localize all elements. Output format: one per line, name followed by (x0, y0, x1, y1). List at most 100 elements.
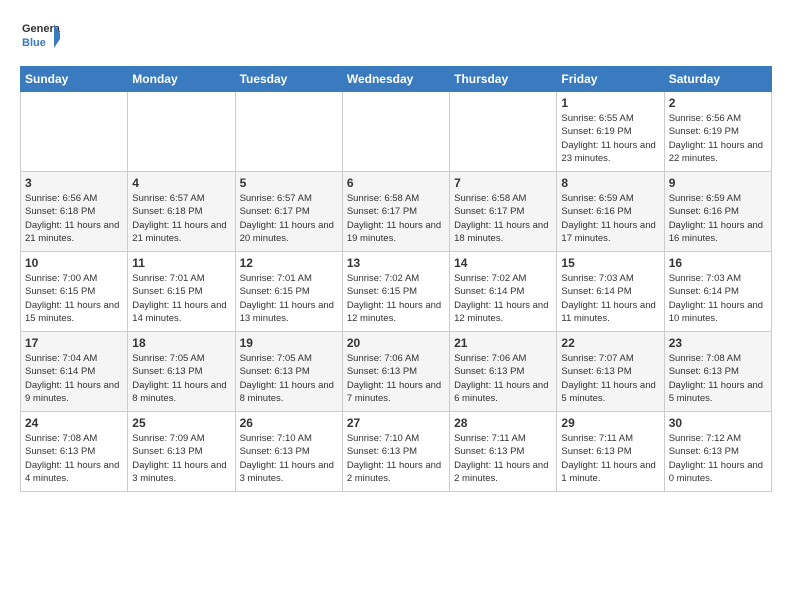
day-info: Sunrise: 7:07 AM Sunset: 6:13 PM Dayligh… (561, 352, 659, 405)
day-number: 22 (561, 336, 659, 350)
day-number: 15 (561, 256, 659, 270)
calendar-cell: 9 Sunrise: 6:59 AM Sunset: 6:16 PM Daylig… (664, 172, 771, 252)
calendar-week-row: 17 Sunrise: 7:04 AM Sunset: 6:14 PM Dayli… (21, 332, 772, 412)
day-info: Sunrise: 7:11 AM Sunset: 6:13 PM Dayligh… (454, 432, 552, 485)
calendar-cell: 21 Sunrise: 7:06 AM Sunset: 6:13 PM Dayli… (450, 332, 557, 412)
day-number: 13 (347, 256, 445, 270)
calendar-cell: 14Sunrise: 7:02 AM Sunset: 6:14 PM Dayli… (450, 252, 557, 332)
day-number: 17 (25, 336, 123, 350)
calendar-cell: 24 Sunrise: 7:08 AM Sunset: 6:13 PM Dayli… (21, 412, 128, 492)
calendar-cell: 18 Sunrise: 7:05 AM Sunset: 6:13 PM Dayli… (128, 332, 235, 412)
day-info: Sunrise: 6:56 AM Sunset: 6:18 PM Dayligh… (25, 192, 123, 245)
calendar-cell: 17 Sunrise: 7:04 AM Sunset: 6:14 PM Dayli… (21, 332, 128, 412)
day-info: Sunrise: 7:10 AM Sunset: 6:13 PM Dayligh… (347, 432, 445, 485)
calendar-cell: 4 Sunrise: 6:57 AM Sunset: 6:18 PM Daylig… (128, 172, 235, 252)
svg-text:Blue: Blue (22, 37, 46, 49)
calendar-week-row: 10Sunrise: 7:00 AM Sunset: 6:15 PM Dayli… (21, 252, 772, 332)
day-info: Sunrise: 7:06 AM Sunset: 6:13 PM Dayligh… (347, 352, 445, 405)
weekday-header: Tuesday (235, 67, 342, 92)
calendar-cell: 15 Sunrise: 7:03 AM Sunset: 6:14 PM Dayli… (557, 252, 664, 332)
day-info: Sunrise: 6:58 AM Sunset: 6:17 PM Dayligh… (347, 192, 445, 245)
day-number: 18 (132, 336, 230, 350)
day-info: Sunrise: 7:03 AM Sunset: 6:14 PM Dayligh… (561, 272, 659, 325)
day-number: 19 (240, 336, 338, 350)
day-number: 6 (347, 176, 445, 190)
day-number: 1 (561, 96, 659, 110)
weekday-header: Saturday (664, 67, 771, 92)
day-number: 4 (132, 176, 230, 190)
day-info: Sunrise: 6:55 AM Sunset: 6:19 PM Dayligh… (561, 112, 659, 165)
logo-svg: General Blue (20, 16, 60, 56)
logo: General Blue (20, 16, 60, 56)
calendar-cell: 10Sunrise: 7:00 AM Sunset: 6:15 PM Dayli… (21, 252, 128, 332)
day-info: Sunrise: 7:09 AM Sunset: 6:13 PM Dayligh… (132, 432, 230, 485)
calendar-cell: 1 Sunrise: 6:55 AM Sunset: 6:19 PM Daylig… (557, 92, 664, 172)
calendar-table: SundayMondayTuesdayWednesdayThursdayFrid… (20, 66, 772, 492)
calendar-cell: 23 Sunrise: 7:08 AM Sunset: 6:13 PM Dayli… (664, 332, 771, 412)
calendar-cell: 7 Sunrise: 6:58 AM Sunset: 6:17 PM Daylig… (450, 172, 557, 252)
day-info: Sunrise: 7:12 AM Sunset: 6:13 PM Dayligh… (669, 432, 767, 485)
day-info: Sunrise: 7:08 AM Sunset: 6:13 PM Dayligh… (25, 432, 123, 485)
day-info: Sunrise: 7:11 AM Sunset: 6:13 PM Dayligh… (561, 432, 659, 485)
calendar-cell: 11Sunrise: 7:01 AM Sunset: 6:15 PM Dayli… (128, 252, 235, 332)
calendar-week-row: 3 Sunrise: 6:56 AM Sunset: 6:18 PM Daylig… (21, 172, 772, 252)
day-number: 12 (240, 256, 338, 270)
weekday-header: Monday (128, 67, 235, 92)
day-number: 28 (454, 416, 552, 430)
calendar-cell: 8 Sunrise: 6:59 AM Sunset: 6:16 PM Daylig… (557, 172, 664, 252)
calendar-cell (450, 92, 557, 172)
calendar-cell (21, 92, 128, 172)
day-info: Sunrise: 7:05 AM Sunset: 6:13 PM Dayligh… (240, 352, 338, 405)
day-number: 5 (240, 176, 338, 190)
day-info: Sunrise: 7:03 AM Sunset: 6:14 PM Dayligh… (669, 272, 767, 325)
day-number: 14 (454, 256, 552, 270)
calendar-cell: 6 Sunrise: 6:58 AM Sunset: 6:17 PM Daylig… (342, 172, 449, 252)
day-number: 21 (454, 336, 552, 350)
calendar-cell: 13 Sunrise: 7:02 AM Sunset: 6:15 PM Dayli… (342, 252, 449, 332)
calendar-cell: 19 Sunrise: 7:05 AM Sunset: 6:13 PM Dayli… (235, 332, 342, 412)
day-info: Sunrise: 7:06 AM Sunset: 6:13 PM Dayligh… (454, 352, 552, 405)
day-number: 2 (669, 96, 767, 110)
day-number: 16 (669, 256, 767, 270)
calendar-cell: 22 Sunrise: 7:07 AM Sunset: 6:13 PM Dayli… (557, 332, 664, 412)
day-info: Sunrise: 6:58 AM Sunset: 6:17 PM Dayligh… (454, 192, 552, 245)
calendar-cell: 20Sunrise: 7:06 AM Sunset: 6:13 PM Dayli… (342, 332, 449, 412)
day-number: 26 (240, 416, 338, 430)
day-info: Sunrise: 6:59 AM Sunset: 6:16 PM Dayligh… (561, 192, 659, 245)
day-info: Sunrise: 7:02 AM Sunset: 6:15 PM Dayligh… (347, 272, 445, 325)
calendar-cell: 30Sunrise: 7:12 AM Sunset: 6:13 PM Dayli… (664, 412, 771, 492)
day-info: Sunrise: 6:59 AM Sunset: 6:16 PM Dayligh… (669, 192, 767, 245)
calendar-cell: 3 Sunrise: 6:56 AM Sunset: 6:18 PM Daylig… (21, 172, 128, 252)
day-info: Sunrise: 6:56 AM Sunset: 6:19 PM Dayligh… (669, 112, 767, 165)
calendar-cell: 29 Sunrise: 7:11 AM Sunset: 6:13 PM Dayli… (557, 412, 664, 492)
calendar-cell: 25 Sunrise: 7:09 AM Sunset: 6:13 PM Dayli… (128, 412, 235, 492)
day-info: Sunrise: 7:05 AM Sunset: 6:13 PM Dayligh… (132, 352, 230, 405)
day-info: Sunrise: 7:10 AM Sunset: 6:13 PM Dayligh… (240, 432, 338, 485)
day-info: Sunrise: 7:04 AM Sunset: 6:14 PM Dayligh… (25, 352, 123, 405)
day-info: Sunrise: 7:08 AM Sunset: 6:13 PM Dayligh… (669, 352, 767, 405)
calendar-cell: 16 Sunrise: 7:03 AM Sunset: 6:14 PM Dayli… (664, 252, 771, 332)
day-number: 29 (561, 416, 659, 430)
day-number: 10 (25, 256, 123, 270)
calendar-cell (342, 92, 449, 172)
day-number: 25 (132, 416, 230, 430)
calendar-cell (235, 92, 342, 172)
calendar-week-row: 1 Sunrise: 6:55 AM Sunset: 6:19 PM Daylig… (21, 92, 772, 172)
weekday-header: Sunday (21, 67, 128, 92)
header: General Blue (20, 16, 772, 56)
day-number: 24 (25, 416, 123, 430)
day-info: Sunrise: 7:01 AM Sunset: 6:15 PM Dayligh… (240, 272, 338, 325)
day-number: 3 (25, 176, 123, 190)
day-number: 7 (454, 176, 552, 190)
weekday-header: Friday (557, 67, 664, 92)
day-number: 8 (561, 176, 659, 190)
calendar-week-row: 24 Sunrise: 7:08 AM Sunset: 6:13 PM Dayli… (21, 412, 772, 492)
day-number: 9 (669, 176, 767, 190)
calendar-cell: 2 Sunrise: 6:56 AM Sunset: 6:19 PM Daylig… (664, 92, 771, 172)
day-info: Sunrise: 6:57 AM Sunset: 6:18 PM Dayligh… (132, 192, 230, 245)
day-number: 23 (669, 336, 767, 350)
weekday-header: Wednesday (342, 67, 449, 92)
calendar-cell (128, 92, 235, 172)
weekday-header: Thursday (450, 67, 557, 92)
calendar-cell: 28 Sunrise: 7:11 AM Sunset: 6:13 PM Dayli… (450, 412, 557, 492)
